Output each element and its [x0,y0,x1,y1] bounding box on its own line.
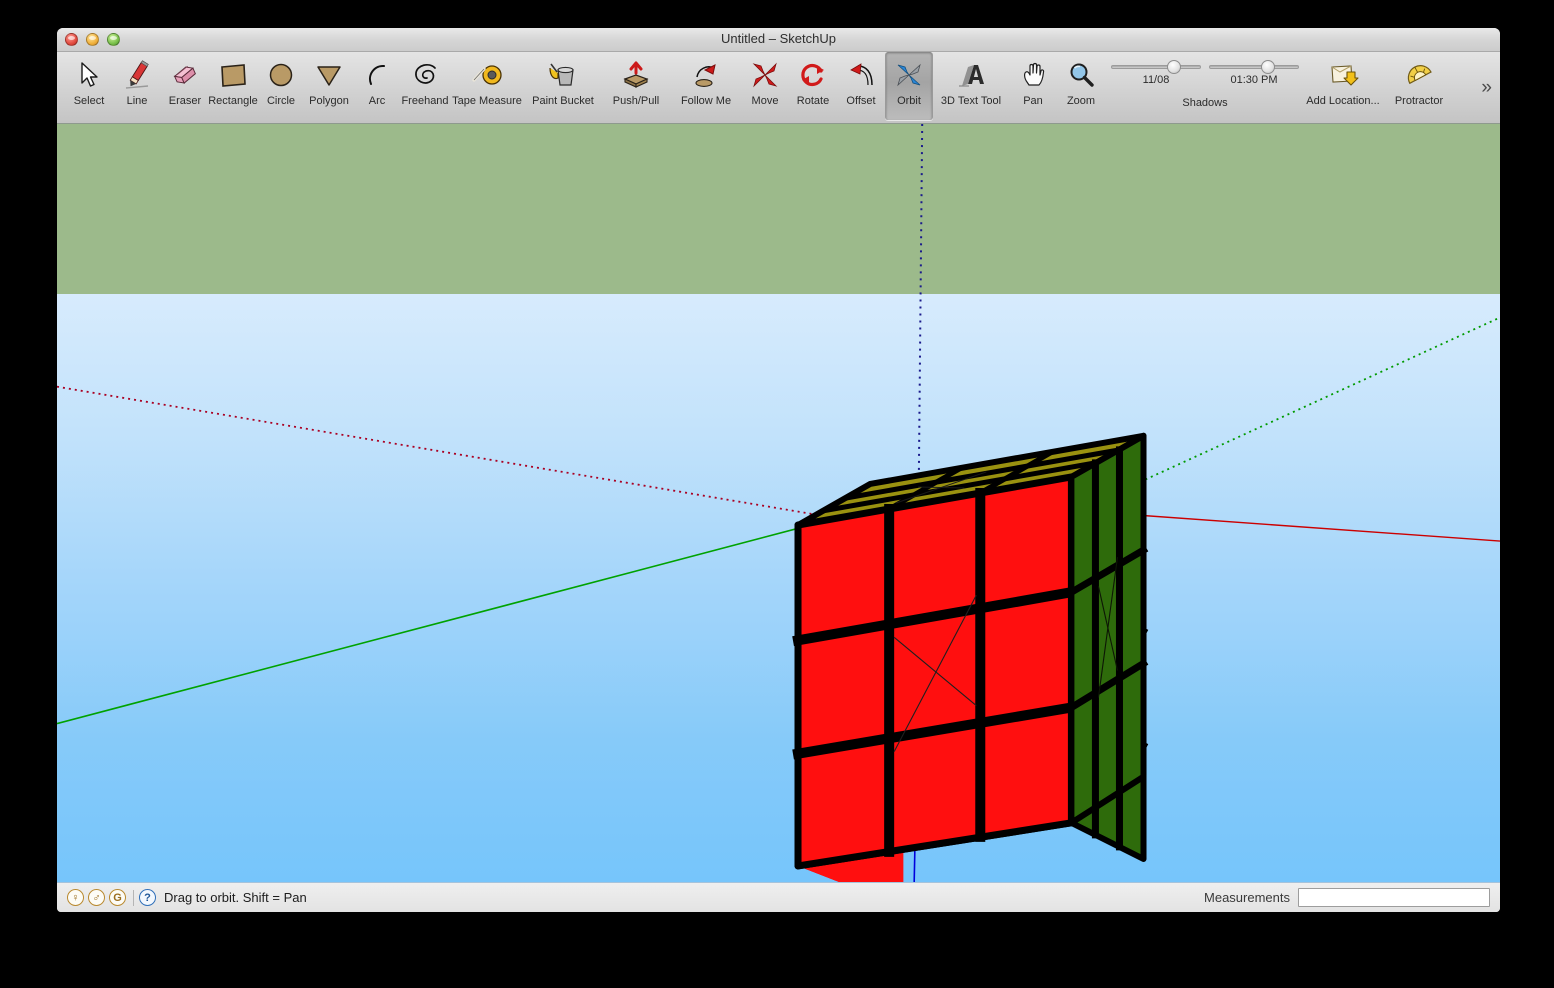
tool-label: Protractor [1394,95,1444,107]
tool-follow-me[interactable]: Follow Me [671,52,741,120]
push-pull-icon [614,55,658,95]
shadow-time-slider[interactable]: 01:30 PM [1209,60,1299,86]
tool-label: Freehand [401,95,449,107]
tool-protractor[interactable]: Protractor [1381,52,1457,120]
circle-icon [259,55,303,95]
scene-graphics [57,124,1500,882]
status-hint-text: Drag to orbit. Shift = Pan [164,890,307,905]
tool-label: Push/Pull [612,95,660,107]
desktop-background: Untitled – SketchUp Select Line Eraser R… [0,0,1554,988]
tool-offset[interactable]: Offset [837,52,885,120]
shadows-control-group: 11/08 01:30 PM Shadows [1105,52,1305,120]
3d-text-icon [949,55,993,95]
tool-label: Paint Bucket [532,95,594,107]
shadows-sliders: 11/08 01:30 PM [1111,60,1299,86]
tool-label: Add Location... [1306,95,1380,107]
status-divider [133,889,134,906]
offset-icon [839,55,883,95]
measurements-group: Measurements [1204,888,1490,907]
tool-label: Tape Measure [452,95,522,107]
protractor-icon [1397,55,1441,95]
tool-label: Offset [846,95,876,107]
magnifier-icon [1059,55,1103,95]
tool-rotate[interactable]: Rotate [789,52,837,120]
tool-tape-measure[interactable]: Tape Measure [449,52,525,120]
tool-pan[interactable]: Pan [1009,52,1057,120]
tool-orbit[interactable]: Orbit [885,52,933,120]
tool-label: Line [126,95,148,107]
hand-icon [1011,55,1055,95]
rotate-icon [791,55,835,95]
measurements-input[interactable] [1298,888,1490,907]
tool-paint-bucket[interactable]: Paint Bucket [525,52,601,120]
cube-final[interactable] [792,432,1149,870]
orbit-icon [887,55,931,95]
arc-icon [355,55,399,95]
window-titlebar: Untitled – SketchUp [57,28,1500,52]
tool-select[interactable]: Select [65,52,113,120]
toolbar-overflow-chevron-icon[interactable]: » [1481,78,1492,97]
tool-line[interactable]: Line [113,52,161,120]
help-icon[interactable]: ? [139,889,156,906]
tool-label: Zoom [1066,95,1096,107]
person-icon[interactable]: ♂ [88,889,105,906]
tool-label: Follow Me [680,95,732,107]
tool-label: Rectangle [208,95,258,107]
tool-circle[interactable]: Circle [257,52,305,120]
status-bar: ♀ ♂ G ? Drag to orbit. Shift = Pan Measu… [57,882,1500,912]
tool-label: Eraser [168,95,202,107]
add-location-icon [1321,55,1365,95]
tool-freehand[interactable]: Freehand [401,52,449,120]
slider-knob[interactable] [1261,60,1276,74]
tape-measure-icon [465,55,509,95]
freehand-icon [403,55,447,95]
polygon-icon [307,55,351,95]
sketchup-window: Untitled – SketchUp Select Line Eraser R… [57,28,1500,912]
tool-polygon[interactable]: Polygon [305,52,353,120]
paint-bucket-icon [541,55,585,95]
tool-label: Rotate [796,95,830,107]
tool-move[interactable]: Move [741,52,789,120]
arrow-cursor-icon [67,55,111,95]
tool-rectangle[interactable]: Rectangle [208,52,258,120]
shadows-group-label: Shadows [1182,97,1228,109]
model-viewport[interactable] [57,124,1500,882]
tool-label: Move [751,95,779,107]
y-axis-positive [57,522,819,725]
x-axis-negative [57,385,849,521]
eraser-icon [163,55,207,95]
tool-label: Pan [1023,95,1043,107]
tool-label: Circle [266,95,296,107]
tool-label: Polygon [309,95,349,107]
pencil-icon [115,55,159,95]
slider-track [1111,65,1201,69]
tool-arc[interactable]: Arc [353,52,401,120]
tool-label: Select [73,95,105,107]
tool-zoom[interactable]: Zoom [1057,52,1105,120]
tool-push-pull[interactable]: Push/Pull [601,52,671,120]
window-title: Untitled – SketchUp [721,31,836,46]
shadow-time-value: 01:30 PM [1230,74,1278,86]
x-axis-positive [1108,512,1500,542]
tool-label: 3D Text Tool [940,95,1002,107]
credits-icon[interactable]: G [109,889,126,906]
shadow-date-value: 11/08 [1142,74,1170,86]
move-icon [743,55,787,95]
tool-label: Orbit [897,95,921,107]
shadow-date-slider[interactable]: 11/08 [1111,60,1201,86]
measurements-label: Measurements [1204,890,1290,905]
tool-3d-text[interactable]: 3D Text Tool [933,52,1009,120]
rectangle-icon [211,55,255,95]
tool-label: Arc [368,95,386,107]
tool-eraser[interactable]: Eraser [161,52,209,120]
tool-add-location[interactable]: Add Location... [1305,52,1381,120]
follow-me-icon [684,55,728,95]
slider-track [1209,65,1299,69]
main-toolbar: Select Line Eraser Rectangle Circle Poly… [57,52,1500,124]
geo-location-icon[interactable]: ♀ [67,889,84,906]
slider-knob[interactable] [1166,60,1181,74]
